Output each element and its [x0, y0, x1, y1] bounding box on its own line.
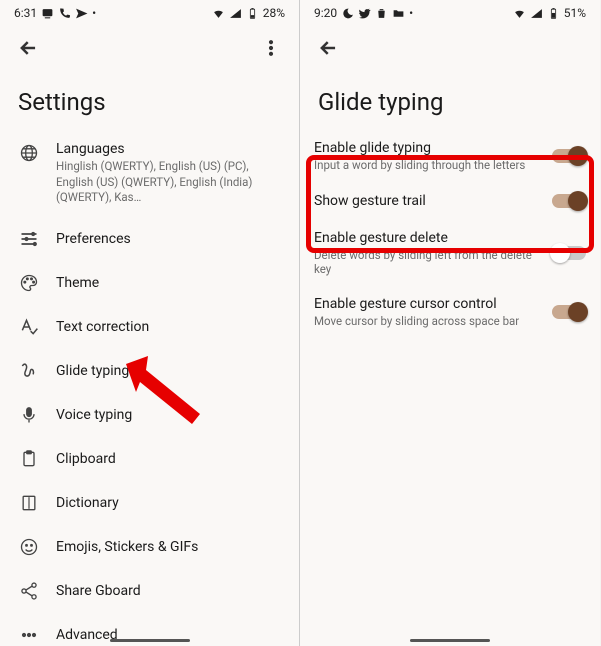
back-button[interactable] [10, 30, 46, 66]
row-label: Emojis, Stickers & GIFs [56, 539, 281, 555]
more-vert-icon [261, 38, 281, 58]
status-time: 9:20 [314, 6, 337, 20]
row-theme[interactable]: Theme [6, 261, 293, 305]
setting-title: Enable glide typing [314, 140, 542, 156]
dot-icon: • [92, 6, 96, 20]
row-label: Glide typing [56, 363, 281, 379]
wifi-icon [212, 7, 225, 20]
phone-icon [58, 7, 71, 20]
globe-icon [19, 143, 39, 163]
row-clipboard[interactable]: Clipboard [6, 437, 293, 481]
toggle-gesture-delete[interactable] [552, 244, 586, 262]
status-battery: 28% [263, 6, 285, 20]
row-dictionary[interactable]: Dictionary [6, 481, 293, 525]
status-time: 6:31 [14, 6, 37, 20]
row-preferences[interactable]: Preferences [6, 217, 293, 261]
status-bar-left: 6:31 • 28% [0, 0, 299, 26]
tune-icon [19, 229, 39, 249]
home-indicator[interactable] [410, 639, 490, 642]
setting-desc: Move cursor by sliding across space bar [314, 314, 542, 328]
page-title: Settings [0, 70, 299, 130]
dot-icon: • [409, 6, 413, 20]
wifi-icon [513, 7, 526, 20]
setting-show-trail[interactable]: Show gesture trail [300, 182, 600, 220]
row-label: Voice typing [56, 407, 281, 423]
moon-icon [341, 7, 354, 20]
app-bar-left [0, 26, 299, 70]
more-button[interactable] [253, 30, 289, 66]
folder-icon [392, 7, 405, 20]
battery-icon [547, 7, 560, 20]
row-label: Preferences [56, 231, 281, 247]
row-label: Dictionary [56, 495, 281, 511]
settings-list: Languages Hinglish (QWERTY), English (US… [0, 130, 299, 646]
app-bar-right [300, 26, 600, 70]
row-label: Text correction [56, 319, 281, 335]
setting-title: Enable gesture cursor control [314, 296, 542, 312]
toggle-cursor-control[interactable] [552, 303, 586, 321]
message-icon [41, 7, 54, 20]
setting-cursor-control[interactable]: Enable gesture cursor control Move curso… [300, 286, 600, 338]
clipboard-icon [19, 449, 39, 469]
arrow-back-icon [18, 38, 38, 58]
row-voice-typing[interactable]: Voice typing [6, 393, 293, 437]
signal-icon [530, 7, 543, 20]
setting-title: Show gesture trail [314, 193, 542, 209]
screen-glide-typing: 9:20 • 51% Glide typing Enable glide typ… [300, 0, 600, 646]
row-label: Theme [56, 275, 281, 291]
emoji-icon [19, 537, 39, 557]
back-button[interactable] [310, 30, 346, 66]
battery-icon [246, 7, 259, 20]
spellcheck-icon [19, 317, 39, 337]
home-indicator[interactable] [110, 639, 190, 642]
share-icon [19, 581, 39, 601]
row-glide-typing[interactable]: Glide typing [6, 349, 293, 393]
row-sub: Hinglish (QWERTY), English (US) (PC), En… [56, 159, 281, 206]
setting-enable-glide[interactable]: Enable glide typing Input a word by slid… [300, 130, 600, 182]
screen-settings: 6:31 • 28% Settings Languages Hinglish (… [0, 0, 300, 646]
gesture-icon [19, 361, 39, 381]
more-horiz-icon [19, 625, 39, 645]
arrow-back-icon [318, 38, 338, 58]
send-icon [75, 7, 88, 20]
setting-title: Enable gesture delete [314, 230, 542, 246]
setting-gesture-delete[interactable]: Enable gesture delete Delete words by sl… [300, 220, 600, 286]
page-title: Glide typing [300, 70, 600, 130]
twitter-icon [358, 7, 371, 20]
status-battery: 51% [564, 6, 586, 20]
trash-icon [375, 7, 388, 20]
toggle-enable-glide[interactable] [552, 147, 586, 165]
mic-icon [19, 405, 39, 425]
row-text-correction[interactable]: Text correction [6, 305, 293, 349]
setting-desc: Input a word by sliding through the lett… [314, 158, 542, 172]
glide-settings-list: Enable glide typing Input a word by slid… [300, 130, 600, 338]
row-label: Languages [56, 141, 281, 157]
row-label: Share Gboard [56, 583, 281, 599]
setting-desc: Delete words by sliding left from the de… [314, 248, 542, 276]
book-icon [19, 493, 39, 513]
row-languages[interactable]: Languages Hinglish (QWERTY), English (US… [6, 130, 293, 217]
row-emojis[interactable]: Emojis, Stickers & GIFs [6, 525, 293, 569]
row-share-gboard[interactable]: Share Gboard [6, 569, 293, 613]
status-bar-right: 9:20 • 51% [300, 0, 600, 26]
palette-icon [19, 273, 39, 293]
row-label: Clipboard [56, 451, 281, 467]
signal-icon [229, 7, 242, 20]
toggle-show-trail[interactable] [552, 192, 586, 210]
